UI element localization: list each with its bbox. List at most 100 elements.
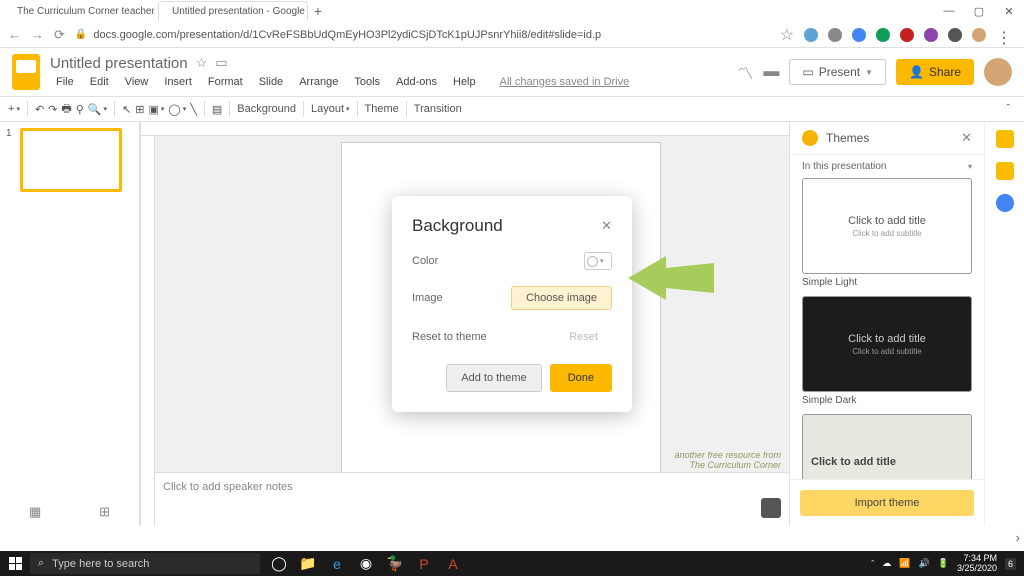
acrobat-icon[interactable]: A [440, 551, 466, 576]
activity-icon[interactable]: 〽 [737, 60, 753, 84]
transition-tool[interactable]: Transition [414, 103, 462, 115]
profile-icon[interactable] [972, 28, 986, 42]
comments-icon[interactable]: ▬ [763, 63, 779, 81]
doc-title[interactable]: Untitled presentation [50, 55, 188, 72]
ext-icon[interactable] [924, 28, 938, 42]
themes-subheader[interactable]: In this presentation ▾ [790, 155, 984, 178]
image-insert-button[interactable]: ▣▾ [149, 103, 165, 116]
bookmark-star-icon[interactable]: ☆ [780, 25, 794, 45]
url-field[interactable]: 🔒 docs.google.com/presentation/d/1CvReFS… [75, 29, 770, 41]
speaker-notes[interactable]: Click to add speaker notes [155, 472, 789, 526]
wifi-icon[interactable]: 📶 [899, 558, 910, 569]
app-icon[interactable]: 🦆 [382, 551, 408, 576]
minimize-icon[interactable]: — [934, 0, 964, 22]
browser-tab-active[interactable]: Untitled presentation - Google S × [158, 1, 308, 21]
present-button[interactable]: ▭ Present ▼ [789, 59, 886, 85]
done-button[interactable]: Done [550, 364, 612, 392]
save-status[interactable]: All changes saved in Drive [494, 74, 636, 90]
move-folder-icon[interactable]: ▭ [215, 55, 227, 71]
app-header: Untitled presentation ☆ ▭ File Edit View… [0, 48, 1024, 96]
menu-addons[interactable]: Add-ons [390, 74, 443, 90]
ext-icon[interactable] [852, 28, 866, 42]
new-slide-button[interactable]: +▾ [8, 103, 20, 115]
close-icon[interactable]: ✕ [601, 218, 612, 234]
redo-icon[interactable]: ↷ [48, 103, 57, 116]
reset-button[interactable]: Reset [555, 326, 612, 348]
collapse-icon[interactable]: ˆ [1000, 103, 1016, 115]
maximize-icon[interactable]: ▢ [964, 0, 994, 22]
slide-thumbnail[interactable] [20, 128, 122, 192]
powerpoint-icon[interactable]: P [411, 551, 437, 576]
volume-icon[interactable]: 🔊 [919, 558, 930, 569]
taskbar-search[interactable]: ⌕ Type here to search [30, 553, 260, 574]
browser-tab[interactable]: The Curriculum Corner teachers × [4, 1, 154, 21]
onedrive-icon[interactable]: ☁ [882, 558, 891, 569]
star-icon[interactable]: ☆ [196, 55, 208, 71]
print-icon[interactable]: 🖶 [61, 100, 71, 119]
menu-dots-icon[interactable]: ⋮ [996, 28, 1010, 42]
forward-icon[interactable]: → [31, 27, 44, 42]
line-icon[interactable]: ╲ [190, 103, 197, 116]
grid-view-icon[interactable]: ▦ [29, 504, 41, 520]
calendar-icon[interactable] [996, 130, 1014, 148]
keep-icon[interactable] [996, 162, 1014, 180]
theme-tool[interactable]: Theme [365, 103, 399, 115]
import-theme-button[interactable]: Import theme [800, 490, 974, 516]
share-button[interactable]: 👤 Share [896, 59, 974, 85]
edge-icon[interactable]: e [324, 551, 350, 576]
comment-add-icon[interactable]: ▤ [212, 103, 222, 116]
textbox-icon[interactable]: ⊞ [135, 103, 144, 116]
url-text: docs.google.com/presentation/d/1CvReFSBb… [93, 29, 601, 41]
reload-icon[interactable]: ⟳ [54, 27, 65, 43]
notifications-icon[interactable]: 6 [1005, 558, 1016, 570]
theme-card[interactable]: Click to add titleClick to add subtitle … [802, 178, 972, 288]
tray-chevron-icon[interactable]: ˆ [871, 559, 874, 569]
menu-arrange[interactable]: Arrange [293, 74, 344, 90]
explore-icon[interactable] [761, 498, 781, 518]
choose-image-button[interactable]: Choose image [511, 286, 612, 310]
ext-icon[interactable] [948, 28, 962, 42]
menu-tools[interactable]: Tools [348, 74, 386, 90]
ext-icon[interactable] [900, 28, 914, 42]
select-icon[interactable]: ↖ [122, 103, 131, 116]
slides-logo-icon[interactable] [12, 54, 40, 90]
menu-view[interactable]: View [119, 74, 155, 90]
menu-insert[interactable]: Insert [158, 74, 198, 90]
chrome-icon[interactable]: ◉ [353, 551, 379, 576]
zoom-button[interactable]: 🔍▾ [88, 103, 107, 116]
ext-icon[interactable] [876, 28, 890, 42]
menu-format[interactable]: Format [202, 74, 249, 90]
expand-sidepanel-icon[interactable]: › [1016, 530, 1020, 545]
background-tool[interactable]: Background [237, 103, 296, 115]
chevron-down-icon[interactable]: ▼ [865, 68, 873, 77]
tasks-icon[interactable] [996, 194, 1014, 212]
menu-edit[interactable]: Edit [84, 74, 115, 90]
filmstrip-view-icon[interactable]: ⊞ [99, 504, 110, 520]
battery-icon[interactable]: 🔋 [938, 558, 949, 569]
slide-film-strip: 1 ▦ ⊞ [0, 122, 140, 526]
paint-format-icon[interactable]: ⚲ [76, 103, 84, 116]
close-icon[interactable]: ✕ [961, 130, 972, 146]
clock[interactable]: 7:34 PM 3/25/2020 [957, 554, 997, 574]
color-picker[interactable]: ▾ [584, 252, 612, 270]
menu-help[interactable]: Help [447, 74, 482, 90]
add-to-theme-button[interactable]: Add to theme [446, 364, 541, 392]
shape-button[interactable]: ◯▾ [168, 103, 186, 116]
layout-tool[interactable]: Layout▾ [311, 103, 350, 115]
close-window-icon[interactable]: ✕ [994, 0, 1024, 22]
back-icon[interactable]: ← [8, 27, 21, 42]
theme-card[interactable]: Click to add titleClick to add subtitle … [802, 296, 972, 406]
file-explorer-icon[interactable]: 📁 [295, 551, 321, 576]
lock-icon: 🔒 [75, 29, 87, 40]
new-tab-button[interactable]: + [308, 3, 328, 19]
ext-icon[interactable] [804, 28, 818, 42]
start-button[interactable] [0, 551, 30, 576]
watermark: another free resource from The Curriculu… [674, 450, 781, 470]
account-avatar[interactable] [984, 58, 1012, 86]
undo-icon[interactable]: ↶ [35, 103, 44, 116]
menu-file[interactable]: File [50, 74, 80, 90]
cortana-icon[interactable]: ◯ [266, 551, 292, 576]
theme-card[interactable]: Click to add title Streamline [802, 414, 972, 479]
menu-slide[interactable]: Slide [253, 74, 289, 90]
ext-icon[interactable] [828, 28, 842, 42]
